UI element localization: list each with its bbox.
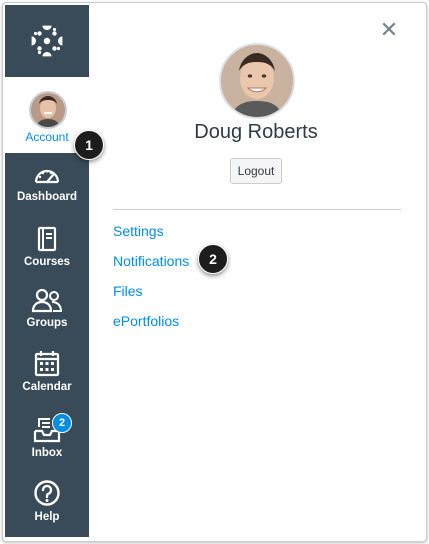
avatar	[29, 91, 67, 129]
notifications-link[interactable]: Notifications	[113, 253, 189, 269]
canvas-logo-icon	[31, 25, 63, 57]
profile-avatar	[219, 43, 295, 119]
sidebar-item-label: Courses	[23, 256, 71, 268]
divider	[113, 209, 401, 210]
sidebar-item-groups[interactable]: Groups	[5, 287, 89, 349]
sidebar-item-label: Calendar	[22, 381, 72, 393]
step-callout-1: 1	[74, 130, 104, 160]
sidebar-item-inbox[interactable]: Inbox 2	[5, 413, 89, 477]
sidebar-item-label: Inbox	[31, 447, 63, 459]
sidebar-item-help[interactable]: Help	[5, 479, 89, 541]
step-callout-2: 2	[198, 244, 228, 274]
sidebar-item-courses[interactable]: Courses	[5, 226, 89, 288]
help-icon	[34, 480, 60, 506]
dashboard-icon	[34, 169, 60, 184]
groups-icon	[31, 288, 63, 313]
canvas-logo[interactable]	[5, 5, 89, 77]
sidebar-item-calendar[interactable]: Calendar	[5, 349, 89, 411]
user-face-icon	[221, 45, 293, 117]
files-link[interactable]: Files	[113, 283, 143, 299]
sidebar-item-label: Help	[34, 511, 60, 523]
sidebar-item-dashboard[interactable]: Dashboard	[5, 163, 89, 225]
courses-icon	[37, 226, 57, 252]
settings-link[interactable]: Settings	[113, 223, 164, 239]
logout-button[interactable]: Logout	[230, 158, 282, 184]
global-nav-sidebar: Account Dashboard Courses Groups Calenda…	[5, 5, 89, 537]
user-face-icon	[31, 93, 65, 127]
profile-name: Doug Roberts	[194, 121, 318, 143]
eportfolios-link[interactable]: ePortfolios	[113, 313, 179, 329]
calendar-icon	[34, 351, 60, 377]
unread-count-badge: 2	[52, 413, 72, 433]
close-icon[interactable]: ✕	[379, 19, 399, 41]
sidebar-item-label: Groups	[26, 317, 68, 329]
sidebar-item-label: Dashboard	[16, 191, 78, 203]
